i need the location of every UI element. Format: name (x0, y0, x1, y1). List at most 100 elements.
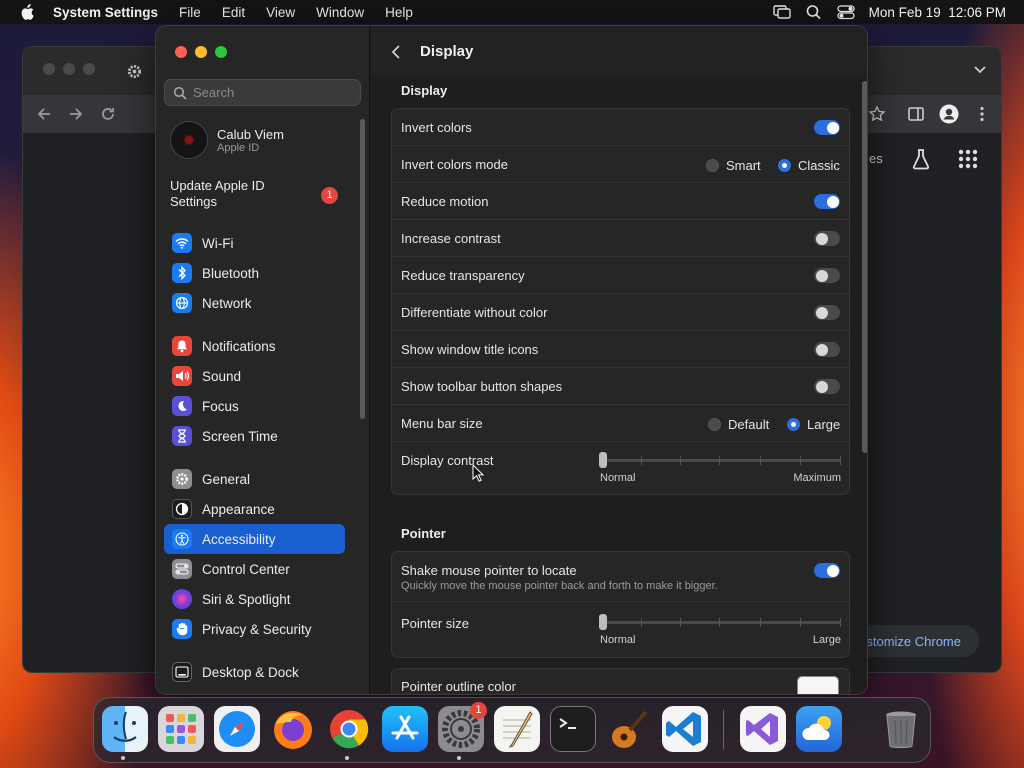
chrome-icon[interactable] (326, 706, 372, 752)
hourglass-icon (172, 426, 192, 446)
chrome-zoom-dot[interactable] (83, 63, 95, 75)
sidebar-item-sound[interactable]: Sound (164, 361, 345, 391)
sidebar-item-bluetooth[interactable]: Bluetooth (164, 258, 345, 288)
radio-default[interactable]: Default (708, 417, 769, 432)
reduce-transparency-toggle[interactable] (814, 268, 840, 283)
menu-file[interactable]: File (179, 5, 201, 20)
menu-datetime[interactable]: Mon Feb 19 12:06 PM (869, 5, 1006, 20)
weather-icon[interactable] (796, 706, 842, 752)
slider-knob[interactable] (599, 614, 607, 630)
row-shake-pointer: Shake mouse pointer to locate Quickly mo… (392, 552, 849, 602)
page-title: Display (420, 43, 474, 60)
launchpad-icon[interactable] (158, 706, 204, 752)
pointer-size-label: Pointer size (401, 616, 469, 631)
reduce-motion-toggle[interactable] (814, 194, 840, 209)
invert-colors-mode-label: Invert colors mode (401, 157, 508, 172)
reload-icon[interactable] (99, 105, 117, 123)
settings-badge: 1 (470, 702, 487, 719)
chrome-menu-icon[interactable] (973, 105, 991, 123)
increase-contrast-toggle[interactable] (814, 231, 840, 246)
show-window-title-icons-toggle[interactable] (814, 342, 840, 357)
vscode-icon[interactable] (662, 706, 708, 752)
menu-app-name[interactable]: System Settings (53, 5, 158, 20)
menu-bar: System Settings File Edit View Window He… (0, 0, 1024, 24)
labs-flask-icon[interactable] (910, 148, 932, 170)
sidebar-item-control-center[interactable]: Control Center (164, 554, 345, 584)
back-arrow-icon[interactable] (35, 105, 53, 123)
content-scrollbar[interactable] (862, 81, 867, 453)
sidebar-item-general[interactable]: General (164, 464, 345, 494)
menu-window[interactable]: Window (316, 5, 364, 20)
system-settings-icon[interactable]: 1 (438, 702, 487, 752)
back-chevron-icon[interactable] (391, 44, 401, 60)
slider-max-label: Large (812, 634, 841, 646)
radio-smart[interactable]: Smart (706, 158, 761, 173)
sidebar-item-label: Siri & Spotlight (202, 591, 291, 607)
chrome-close-dot[interactable] (43, 63, 55, 75)
profile-icon[interactable] (939, 104, 959, 124)
sidebar-item-appearance[interactable]: Appearance (164, 494, 345, 524)
display-settings-group: Invert colors Invert colors mode Smart C… (391, 108, 850, 495)
running-indicator (121, 756, 125, 760)
reduce-motion-label: Reduce motion (401, 194, 489, 209)
close-button[interactable] (175, 46, 187, 58)
sidebar-item-accessibility[interactable]: Accessibility (164, 524, 345, 554)
moon-icon (172, 396, 192, 416)
trash-icon[interactable] (878, 706, 924, 752)
show-toolbar-button-shapes-toggle[interactable] (814, 379, 840, 394)
control-center-icon[interactable] (837, 4, 855, 20)
sidebar-scrollbar[interactable] (360, 119, 365, 419)
radio-large[interactable]: Large (787, 417, 840, 432)
chrome-minimize-dot[interactable] (63, 63, 75, 75)
textedit-icon[interactable] (494, 706, 540, 752)
shake-pointer-toggle[interactable] (814, 563, 840, 578)
dock-separator (723, 710, 724, 750)
terminal-icon[interactable] (550, 706, 596, 752)
apple-icon[interactable] (18, 4, 36, 20)
display-contrast-slider[interactable]: Normal Maximum (599, 452, 841, 484)
bookmark-star-icon[interactable] (868, 105, 886, 123)
finder-icon[interactable] (102, 706, 148, 752)
update-apple-id-settings[interactable]: Update Apple ID Settings (170, 178, 290, 210)
control-center-icon (172, 559, 192, 579)
appearance-icon (172, 499, 192, 519)
slider-knob[interactable] (599, 452, 607, 468)
apps-grid-icon[interactable] (957, 148, 979, 170)
sidebar-item-network[interactable]: Network (164, 288, 345, 318)
minimize-button[interactable] (195, 46, 207, 58)
menu-edit[interactable]: Edit (222, 5, 245, 20)
sidebar-item-privacy-security[interactable]: Privacy & Security (164, 614, 345, 644)
search-field[interactable] (164, 79, 361, 106)
invert-colors-toggle[interactable] (814, 120, 840, 135)
chevron-down-icon[interactable] (973, 65, 987, 75)
sidebar-item-label: Network (202, 295, 252, 311)
zoom-button[interactable] (215, 46, 227, 58)
sidebar-item-wifi[interactable]: Wi-Fi (164, 228, 345, 258)
row-differentiate-without-color: Differentiate without color (392, 294, 849, 331)
sidebar-item-desktop-dock[interactable]: Desktop & Dock (164, 657, 345, 687)
sidebar-item-focus[interactable]: Focus (164, 391, 345, 421)
radio-classic[interactable]: Classic (778, 158, 840, 173)
pointer-size-slider[interactable]: Normal Large (599, 614, 841, 646)
pointer-outline-color-well[interactable] (797, 676, 839, 694)
search-input[interactable] (193, 85, 353, 100)
forward-arrow-icon[interactable] (67, 105, 85, 123)
menu-help[interactable]: Help (385, 5, 413, 20)
spotlight-search-icon[interactable] (805, 4, 823, 20)
side-panel-icon[interactable] (907, 105, 925, 123)
screen-mirroring-icon[interactable] (772, 4, 791, 20)
garageband-icon[interactable] (606, 706, 652, 752)
sidebar-item-screen-time[interactable]: Screen Time (164, 421, 345, 451)
account-subtitle: Apple ID (217, 141, 260, 154)
sidebar-item-notifications[interactable]: Notifications (164, 331, 345, 361)
sidebar-item-siri-spotlight[interactable]: Siri & Spotlight (164, 584, 345, 614)
sidebar-item-label: Accessibility (202, 531, 276, 547)
firefox-icon[interactable] (270, 706, 316, 752)
app-store-icon[interactable] (382, 706, 428, 752)
sidebar-item-label: Notifications (202, 338, 276, 354)
differentiate-without-color-toggle[interactable] (814, 305, 840, 320)
safari-icon[interactable] (214, 706, 260, 752)
menu-view[interactable]: View (266, 5, 295, 20)
apple-id-account[interactable]: Calub Viem Apple ID (170, 120, 360, 160)
visual-studio-icon[interactable] (740, 706, 786, 752)
